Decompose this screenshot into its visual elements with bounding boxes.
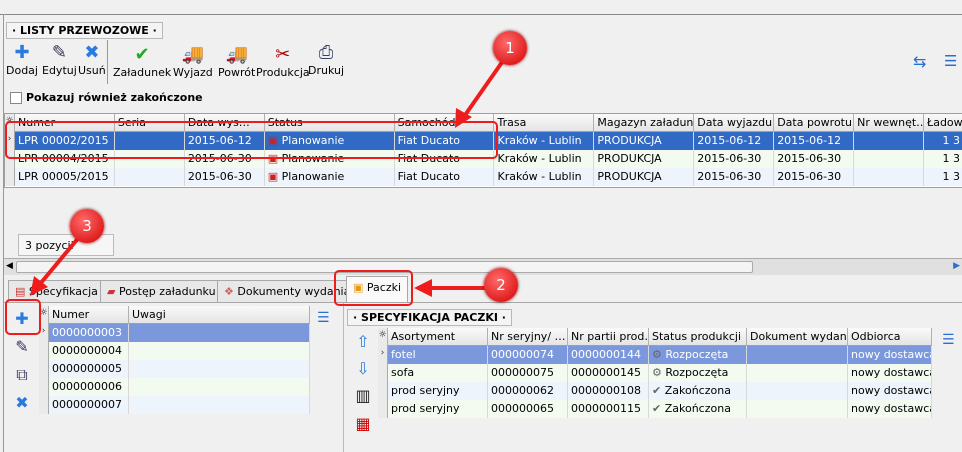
annotation-badge-1: 1 — [493, 31, 527, 65]
annotation-badge-2: 2 — [484, 268, 518, 302]
annotation-arrows — [30, 56, 507, 297]
annotation-badge-3: 3 — [70, 209, 104, 243]
